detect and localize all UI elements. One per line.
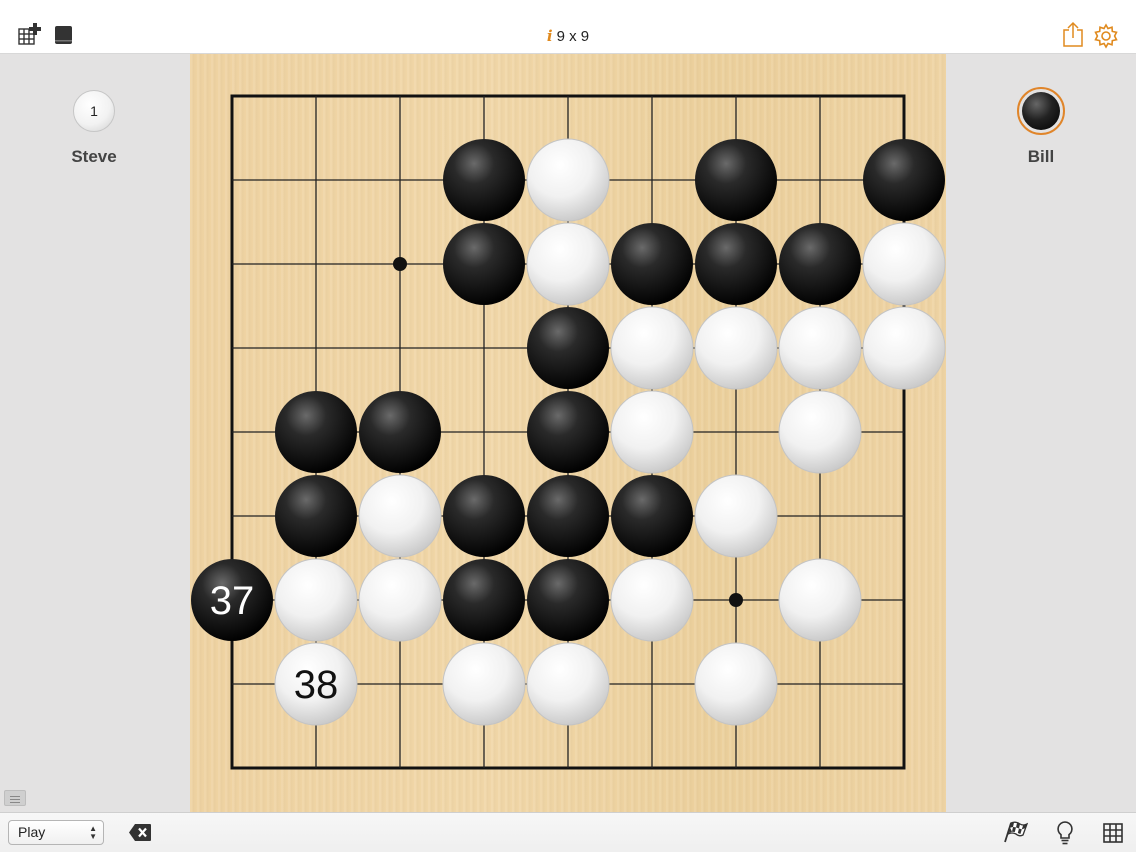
white-player-name: Steve <box>71 147 117 166</box>
star-point <box>729 593 743 607</box>
black-stone <box>695 139 777 221</box>
share-icon[interactable] <box>1062 21 1084 48</box>
black-stone-icon <box>1022 92 1060 130</box>
mode-select-value: Play <box>18 824 46 840</box>
white-captures-count: 1 <box>90 103 98 119</box>
black-stone <box>443 559 525 641</box>
white-captures-stone: 1 <box>73 90 115 132</box>
white-stone <box>358 558 442 642</box>
white-stone <box>610 558 694 642</box>
lightbulb-icon[interactable] <box>1055 820 1075 846</box>
black-stone <box>527 391 609 473</box>
top-toolbar: i9 x 9 <box>0 0 1136 54</box>
white-stone <box>442 642 526 726</box>
star-point <box>393 257 407 271</box>
white-stone <box>778 558 862 642</box>
black-stone <box>275 475 357 557</box>
grid-icon[interactable] <box>1103 823 1123 843</box>
white-player-panel: 1 Steve <box>0 54 190 812</box>
white-stone <box>526 222 610 306</box>
gear-icon[interactable] <box>1093 23 1119 49</box>
white-stone <box>610 306 694 390</box>
black-player-name: Bill <box>1027 147 1055 166</box>
black-player-panel: Bill <box>946 54 1136 812</box>
white-stone <box>358 474 442 558</box>
delete-icon[interactable] <box>128 823 152 842</box>
checkered-flag-icon[interactable] <box>1002 820 1028 844</box>
white-stone <box>526 642 610 726</box>
black-stone <box>527 475 609 557</box>
go-board[interactable]: 37 38 <box>190 54 946 812</box>
select-arrows-icon: ▲ ▼ <box>89 824 97 841</box>
black-stone <box>443 223 525 305</box>
white-stone <box>694 306 778 390</box>
white-stone <box>778 306 862 390</box>
bottom-toolbar: Play ▲ ▼ <box>0 812 1136 852</box>
black-stone <box>779 223 861 305</box>
book-icon[interactable] <box>54 25 74 45</box>
black-stone <box>611 223 693 305</box>
info-icon: i <box>546 27 553 45</box>
white-stone <box>526 138 610 222</box>
black-stone <box>443 475 525 557</box>
board-size-label: 9 x 9 <box>556 28 590 45</box>
white-stone <box>862 222 946 306</box>
board-title[interactable]: i9 x 9 <box>518 24 618 48</box>
black-stone <box>527 559 609 641</box>
black-turn-indicator <box>1017 87 1065 135</box>
black-stone <box>275 391 357 473</box>
move-number-label: 38 <box>294 663 339 707</box>
board-grid[interactable]: 37 38 <box>190 54 946 812</box>
white-stone <box>778 390 862 474</box>
black-stone <box>443 139 525 221</box>
mode-select[interactable]: Play ▲ ▼ <box>8 820 104 845</box>
white-stone <box>274 558 358 642</box>
black-stone <box>863 139 945 221</box>
black-stone <box>527 307 609 389</box>
grid-plus-icon[interactable] <box>18 22 44 46</box>
drawer-handle[interactable] <box>4 790 26 806</box>
black-stone <box>611 475 693 557</box>
white-stone <box>694 474 778 558</box>
white-stone <box>610 390 694 474</box>
black-stone <box>359 391 441 473</box>
white-stone <box>862 306 946 390</box>
white-stone <box>694 642 778 726</box>
move-number-label: 37 <box>210 579 255 623</box>
black-stone <box>695 223 777 305</box>
